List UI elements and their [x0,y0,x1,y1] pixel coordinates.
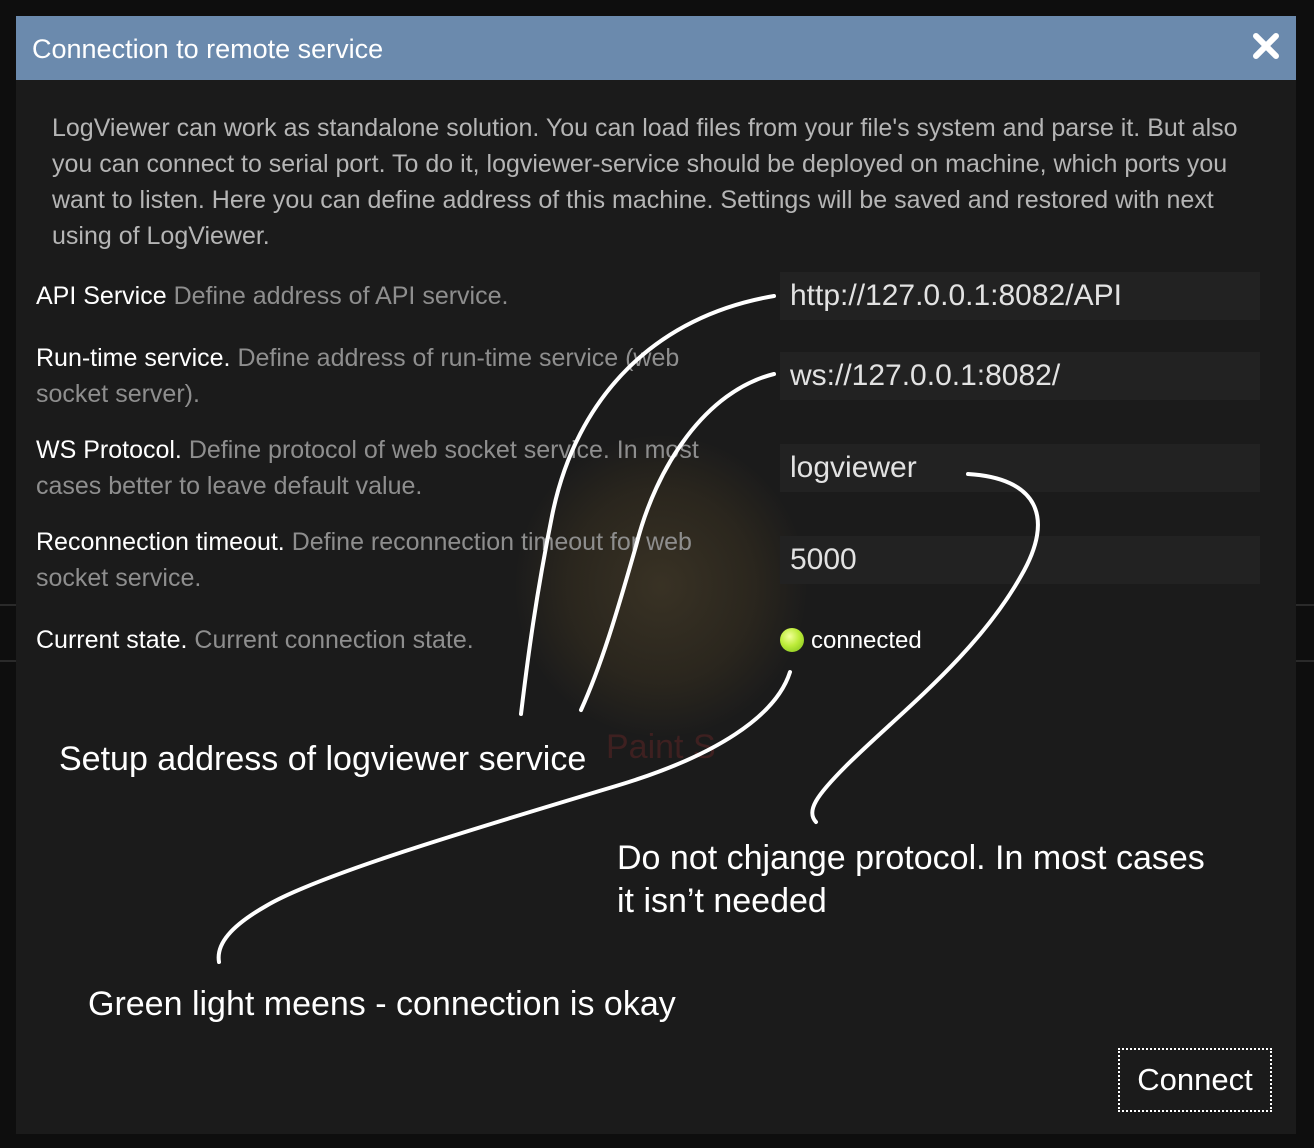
ws-protocol-title: WS Protocol. [36,436,182,464]
annotation-protocol-warning: Do not chjange protocol. In most cases i… [617,839,1205,920]
runtime-service-input[interactable] [780,352,1260,400]
api-service-title: API Service [36,282,167,310]
api-service-input[interactable] [780,272,1260,320]
status-light-icon [780,628,804,652]
reconnection-timeout-label: Reconnection timeout. Define reconnectio… [36,524,756,596]
connect-button[interactable]: Connect [1118,1048,1272,1112]
runtime-service-title: Run-time service. [36,344,231,372]
current-state-hint: Current connection state. [194,626,474,654]
dialog-description: LogViewer can work as standalone solutio… [52,114,1238,250]
current-state-title: Current state. [36,626,188,654]
ws-protocol-input[interactable] [780,444,1260,492]
dialog-titlebar: Connection to remote service [16,16,1296,80]
background-ghost-text: Paint S [606,728,716,766]
current-state-label: Current state. Current connection state. [36,622,756,658]
ws-protocol-label: WS Protocol. Define protocol of web sock… [36,432,756,504]
close-icon[interactable] [1250,30,1282,62]
api-service-label: API Service Define address of API servic… [36,278,756,314]
api-service-hint: Define address of API service. [173,282,509,310]
reconnection-timeout-title: Reconnection timeout. [36,528,285,556]
runtime-service-label: Run-time service. Define address of run-… [36,340,756,412]
dialog-title: Connection to remote service [32,34,384,64]
annotation-green-light: Green light meens - connection is okay [88,985,676,1023]
annotation-setup-address: Setup address of logviewer service [59,740,587,778]
status-text: connected [811,627,922,654]
connection-dialog: Connection to remote service LogViewer c… [16,16,1296,1134]
reconnection-timeout-input[interactable] [780,536,1260,584]
